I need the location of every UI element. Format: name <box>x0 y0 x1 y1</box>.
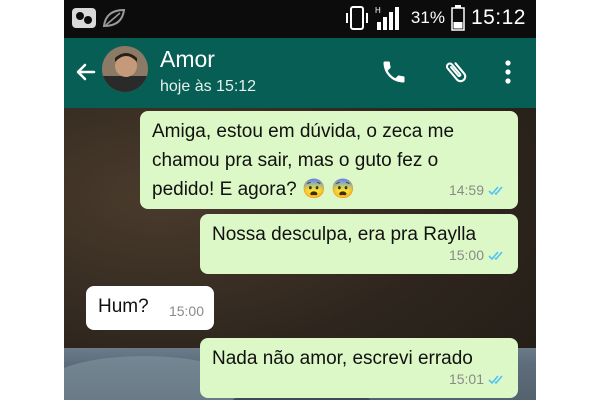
message-meta: 15:00 <box>169 297 204 326</box>
message-bubble-outgoing[interactable]: Nossa desculpa, era pra Raylla 15:00 <box>200 214 518 274</box>
phone-screen: H 31% 15:12 Amor hoje às 15:12 Amiga, es… <box>64 0 536 400</box>
message-line: chamou pra sair, mas o guto fez o <box>152 150 439 171</box>
message-meta: 14:59 <box>449 176 506 205</box>
message-bubble-outgoing[interactable]: Amiga, estou em dúvida, o zeca me chamou… <box>140 111 518 209</box>
message-time: 15:01 <box>448 371 484 387</box>
message-time: 14:59 <box>448 182 484 198</box>
message-bubble-outgoing[interactable]: Nada não amor, escrevi errado 15:01 <box>200 338 518 398</box>
battery-icon <box>451 5 465 31</box>
message-meta: 15:00 <box>449 241 506 270</box>
status-left-icons <box>70 6 128 37</box>
contact-last-seen: hoje às 15:12 <box>160 78 257 95</box>
status-right: H 31% 15:12 <box>345 4 526 32</box>
read-ticks-icon <box>488 185 503 195</box>
chat-heads-icon <box>72 8 96 28</box>
phone-icon[interactable] <box>380 58 408 86</box>
status-clock: 15:12 <box>470 6 526 29</box>
battery-percent: 31% <box>410 8 445 27</box>
vibrate-icon <box>345 6 368 30</box>
contact-name[interactable]: Amor <box>160 46 215 73</box>
signal-icon: H <box>375 6 399 30</box>
message-bubble-incoming[interactable]: Hum? 15:00 <box>86 286 214 330</box>
status-bar: H 31% 15:12 <box>64 0 536 38</box>
message-time: 15:00 <box>448 247 484 263</box>
svg-text:H: H <box>375 6 381 15</box>
leaf-icon <box>102 8 126 28</box>
read-ticks-icon <box>488 250 503 260</box>
message-meta: 15:01 <box>449 365 506 394</box>
message-time: 15:00 <box>168 303 204 319</box>
chat-toolbar: Amor hoje às 15:12 <box>64 38 536 108</box>
back-arrow-icon[interactable] <box>74 60 98 84</box>
message-line: Amiga, estou em dúvida, o zeca me <box>152 121 455 142</box>
more-vert-icon[interactable] <box>498 58 518 86</box>
read-ticks-icon <box>488 374 503 384</box>
contact-avatar[interactable] <box>102 46 148 92</box>
paperclip-icon[interactable] <box>442 58 470 86</box>
